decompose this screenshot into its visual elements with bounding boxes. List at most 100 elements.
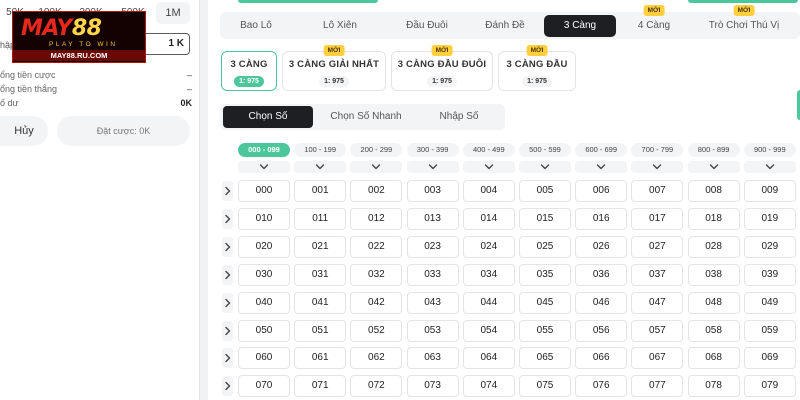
number-cell[interactable]: 006 [575,180,628,202]
number-cell[interactable]: 026 [575,235,628,258]
number-cell[interactable]: 068 [687,347,740,370]
number-cell[interactable]: 009 [743,180,796,202]
row-expand-button[interactable] [222,208,233,229]
number-cell[interactable]: 019 [743,207,796,230]
range-toggle[interactable] [519,161,571,173]
bet-type-card[interactable]: 3 CÀNG ĐẦU 1: 975 MỚI [498,45,576,91]
tab-7[interactable]: Trò Chơi Thú Vị MỚI [692,5,796,37]
number-cell[interactable]: 032 [350,263,403,286]
number-cell[interactable]: 038 [687,263,740,286]
number-cell[interactable]: 040 [238,291,290,314]
number-cell[interactable]: 028 [687,235,740,258]
number-cell[interactable]: 079 [743,375,796,398]
number-cell[interactable]: 050 [238,319,290,342]
number-cell[interactable]: 072 [350,375,403,398]
number-cell[interactable]: 076 [575,375,628,398]
number-cell[interactable]: 010 [238,207,290,230]
number-cell[interactable]: 074 [462,375,515,398]
tab-1[interactable]: Bao Lô [220,15,292,37]
number-cell[interactable]: 052 [350,319,403,342]
number-cell[interactable]: 005 [519,180,571,202]
number-cell[interactable]: 066 [575,347,628,370]
bet-type-card[interactable]: 3 CÀNG GIẢI NHẤT 1: 975 MỚI [282,45,386,91]
number-cell[interactable]: 033 [406,263,459,286]
number-cell[interactable]: 023 [406,235,459,258]
number-cell[interactable]: 070 [238,375,290,398]
range-chip[interactable]: 500 - 599 [519,143,571,157]
number-cell[interactable]: 046 [575,291,628,314]
number-cell[interactable]: 044 [462,291,515,314]
range-chip[interactable]: 300 - 399 [406,143,459,157]
number-cell[interactable]: 035 [519,263,571,286]
number-cell[interactable]: 031 [294,263,347,286]
range-chip[interactable]: 700 - 799 [631,143,684,157]
tab-3[interactable]: Đầu Đuôi [388,15,466,37]
amount-chip[interactable]: 1M [156,2,190,24]
range-chip[interactable]: 200 - 299 [350,143,403,157]
number-cell[interactable]: 049 [743,291,796,314]
range-toggle[interactable] [294,161,347,173]
pick-mode-tab[interactable]: Chọn Số [223,106,313,128]
number-cell[interactable]: 062 [350,347,403,370]
number-cell[interactable]: 071 [294,375,347,398]
number-cell[interactable]: 000 [238,180,290,202]
number-cell[interactable]: 051 [294,319,347,342]
number-cell[interactable]: 053 [406,319,459,342]
number-cell[interactable]: 025 [519,235,571,258]
number-cell[interactable]: 055 [519,319,571,342]
range-toggle[interactable] [575,161,628,173]
number-cell[interactable]: 012 [350,207,403,230]
amount-input[interactable]: 1 K [146,33,190,55]
range-chip[interactable]: 100 - 199 [294,143,347,157]
number-cell[interactable]: 060 [238,347,290,370]
number-cell[interactable]: 017 [631,207,684,230]
row-expand-button[interactable] [222,264,233,285]
number-cell[interactable]: 061 [294,347,347,370]
range-chip[interactable]: 900 - 999 [743,143,796,157]
range-toggle[interactable] [743,161,796,173]
range-toggle[interactable] [631,161,684,173]
number-cell[interactable]: 069 [743,347,796,370]
number-cell[interactable]: 037 [631,263,684,286]
row-expand-button[interactable] [222,320,233,341]
range-toggle[interactable] [238,161,290,173]
row-expand-button[interactable] [222,348,233,369]
number-cell[interactable]: 067 [631,347,684,370]
number-cell[interactable]: 015 [519,207,571,230]
range-toggle[interactable] [687,161,740,173]
number-cell[interactable]: 058 [687,319,740,342]
tab-2[interactable]: Lô Xiên [292,15,388,37]
number-cell[interactable]: 036 [575,263,628,286]
row-expand-button[interactable] [222,181,233,201]
number-cell[interactable]: 004 [462,180,515,202]
cancel-button[interactable]: Hủy [0,116,48,146]
number-cell[interactable]: 065 [519,347,571,370]
number-cell[interactable]: 059 [743,319,796,342]
number-cell[interactable]: 013 [406,207,459,230]
range-chip[interactable]: 600 - 699 [575,143,628,157]
number-cell[interactable]: 075 [519,375,571,398]
bet-type-card[interactable]: 3 CÀNG ĐẦU ĐUÔI 1: 975 MỚI [391,45,493,91]
number-cell[interactable]: 047 [631,291,684,314]
number-cell[interactable]: 048 [687,291,740,314]
number-cell[interactable]: 078 [687,375,740,398]
number-cell[interactable]: 024 [462,235,515,258]
row-expand-button[interactable] [222,236,233,257]
number-cell[interactable]: 011 [294,207,347,230]
tab-5[interactable]: 3 Càng [544,15,616,37]
number-cell[interactable]: 002 [350,180,403,202]
pick-mode-tab[interactable]: Chọn Số Nhanh [318,106,414,128]
number-cell[interactable]: 008 [687,180,740,202]
number-cell[interactable]: 034 [462,263,515,286]
row-expand-button[interactable] [222,376,233,397]
number-cell[interactable]: 042 [350,291,403,314]
number-cell[interactable]: 056 [575,319,628,342]
number-cell[interactable]: 057 [631,319,684,342]
pick-mode-tab[interactable]: Nhập Số [416,106,502,128]
range-toggle[interactable] [350,161,403,173]
number-cell[interactable]: 003 [406,180,459,202]
range-chip[interactable]: 400 - 499 [462,143,515,157]
number-cell[interactable]: 054 [462,319,515,342]
number-cell[interactable]: 063 [406,347,459,370]
tab-6[interactable]: 4 Càng MỚI [616,5,692,37]
